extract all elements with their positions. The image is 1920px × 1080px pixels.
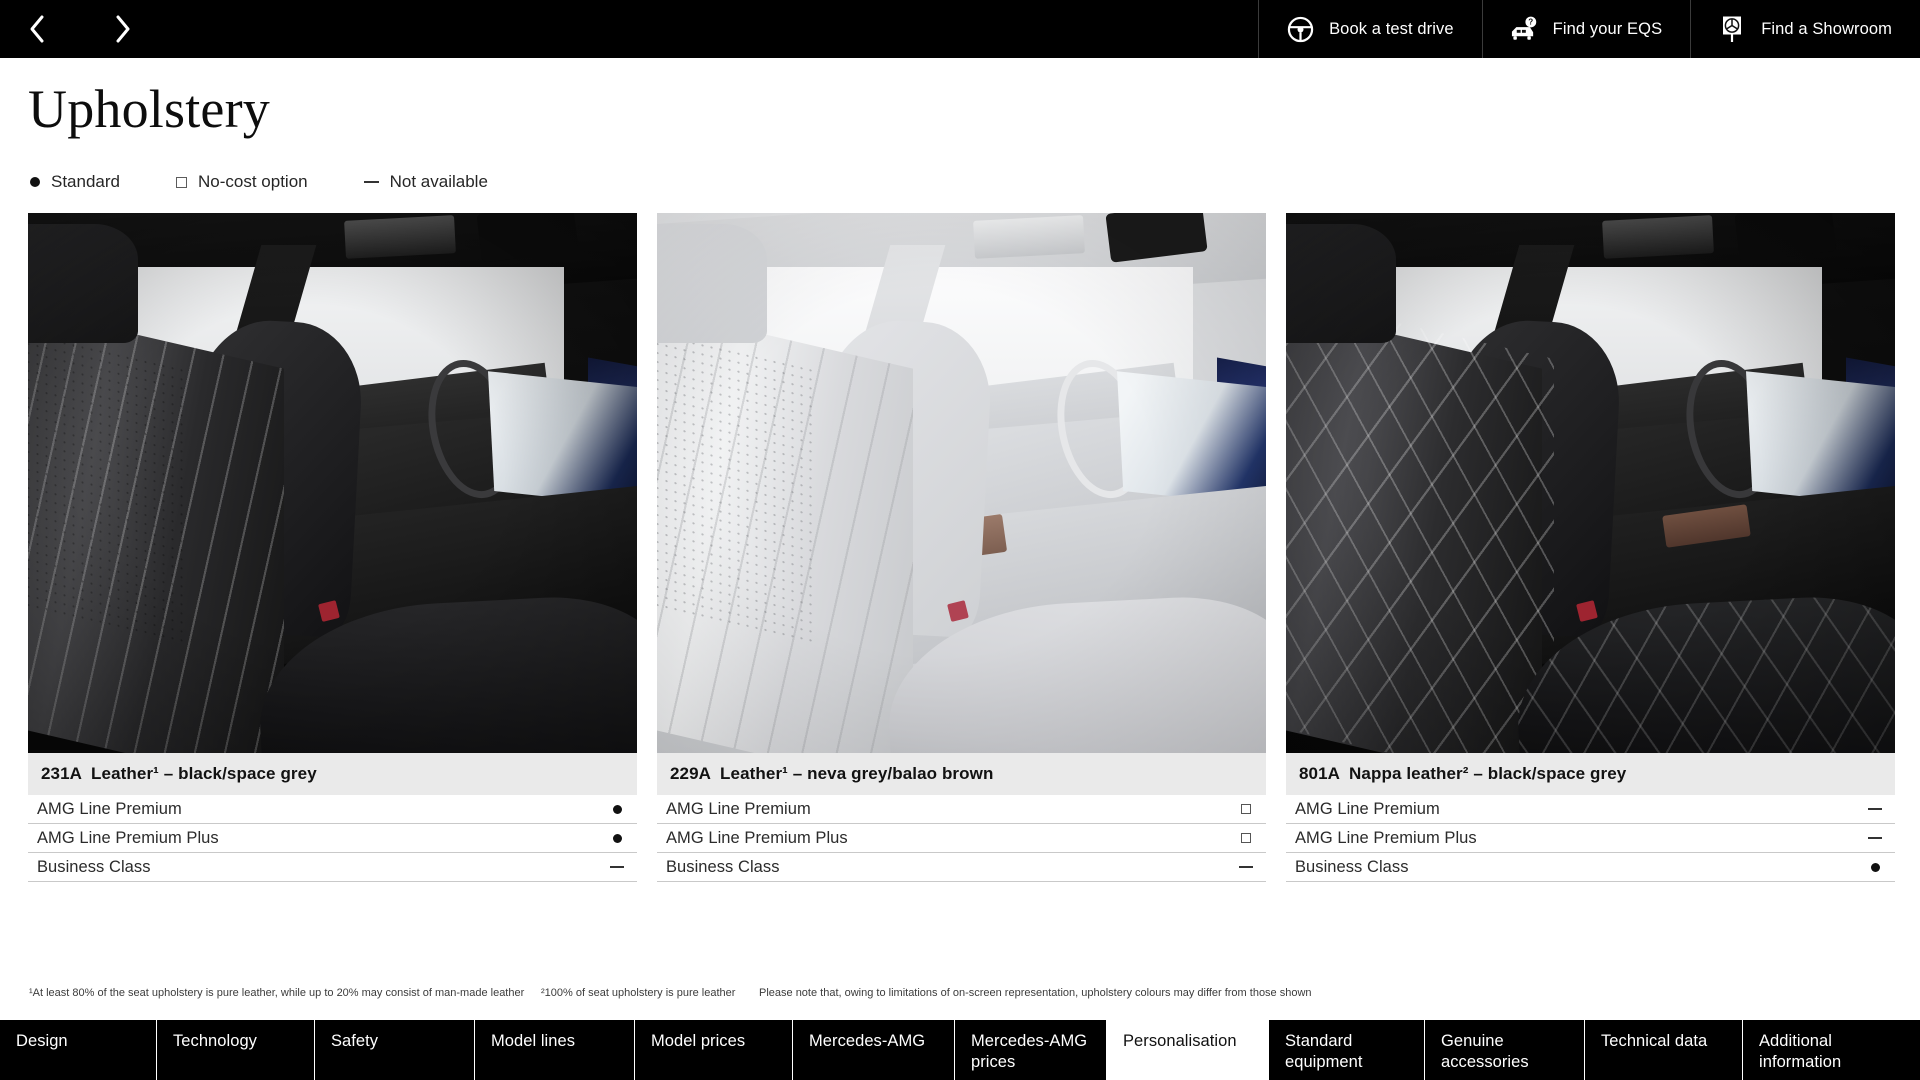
spec-row: Business Class (657, 853, 1266, 882)
tab-model-lines[interactable]: Model lines (475, 1020, 635, 1080)
steering-wheel-icon (1285, 14, 1315, 44)
upholstery-code-229a: 229A (670, 764, 712, 783)
upholstery-code-801a: 801A (1299, 764, 1341, 783)
footnote-2: ²100% of seat upholstery is pure leather (541, 987, 736, 999)
status-badge (1864, 808, 1886, 810)
spec-row: AMG Line Premium Plus (1286, 824, 1895, 853)
top-bar: Book a test drive ? Find your EQS Find a… (0, 0, 1920, 58)
spec-row: AMG Line Premium (28, 795, 637, 824)
status-badge (1235, 833, 1257, 843)
page-title: Upholstery (28, 79, 270, 139)
filled-dot-icon (30, 177, 40, 187)
legend-item-not-available: Not available (363, 172, 488, 192)
tab-additional-information[interactable]: Additional information (1743, 1020, 1920, 1080)
spec-label: AMG Line Premium (666, 799, 811, 818)
dash-icon (363, 181, 379, 183)
page-nav-arrows (0, 0, 140, 58)
status-badge (1235, 866, 1257, 868)
dash-icon (610, 866, 624, 868)
dash-icon (1239, 866, 1253, 868)
find-your-eqs-label: Find your EQS (1552, 19, 1663, 38)
legend-item-no-cost-option: No-cost option (176, 172, 308, 192)
legend-label-standard: Standard (51, 172, 120, 191)
upholstery-caption-801a: 801A Nappa leather² – black/space grey (1286, 753, 1895, 795)
status-badge (606, 804, 628, 814)
next-page-button[interactable] (106, 12, 140, 46)
upholstery-card-229a[interactable]: 229A Leather¹ – neva grey/balao brown AMG… (657, 213, 1266, 882)
tab-personalisation[interactable]: Personalisation (1107, 1020, 1269, 1080)
prev-page-button[interactable] (20, 12, 54, 46)
upholstery-card-801a[interactable]: 801A Nappa leather² – black/space grey AM… (1286, 213, 1895, 882)
tab-technology[interactable]: Technology (157, 1020, 315, 1080)
dash-icon (1868, 837, 1882, 839)
upholstery-name-229a: Leather¹ – neva grey/balao brown (720, 764, 994, 783)
spec-row: Business Class (1286, 853, 1895, 882)
footnotes: ¹At least 80% of the seat upholstery is … (29, 987, 1312, 999)
spec-row: AMG Line Premium Plus (657, 824, 1266, 853)
spec-row: AMG Line Premium (657, 795, 1266, 824)
status-badge (606, 833, 628, 843)
status-badge (1235, 804, 1257, 814)
footnote-1: ¹At least 80% of the seat upholstery is … (29, 987, 525, 999)
upholstery-photo-801a (1286, 213, 1895, 753)
filled-dot-icon (1870, 862, 1880, 872)
spec-label: Business Class (666, 857, 780, 876)
legend-label-no-cost-option: No-cost option (198, 172, 308, 191)
spec-row: Business Class (28, 853, 637, 882)
upholstery-caption-231a: 231A Leather¹ – black/space grey (28, 753, 637, 795)
upholstery-name-801a: Nappa leather² – black/space grey (1349, 764, 1627, 783)
spec-label: AMG Line Premium Plus (1295, 828, 1477, 847)
spec-label: Business Class (1295, 857, 1409, 876)
find-your-eqs-button[interactable]: ? Find your EQS (1481, 0, 1691, 58)
upholstery-photo-229a (657, 213, 1266, 753)
footnote-disclaimer: Please note that, owing to limitations o… (759, 987, 1312, 999)
legend: Standard No-cost option Not available (30, 172, 488, 192)
dash-icon (1868, 808, 1882, 810)
spec-label: Business Class (37, 857, 151, 876)
tab-design[interactable]: Design (0, 1020, 157, 1080)
empty-square-icon (176, 176, 187, 188)
page-content: Upholstery Standard No-cost option Not a… (0, 58, 1920, 1020)
empty-square-icon (1241, 804, 1251, 814)
upholstery-caption-229a: 229A Leather¹ – neva grey/balao brown (657, 753, 1266, 795)
status-badge (1864, 862, 1886, 872)
tab-mercedes-amg[interactable]: Mercedes-AMG (793, 1020, 955, 1080)
spec-label: AMG Line Premium Plus (37, 828, 219, 847)
top-bar-actions: Book a test drive ? Find your EQS Find a… (1258, 0, 1920, 58)
status-badge (1864, 837, 1886, 839)
upholstery-card-231a[interactable]: 231A Leather¹ – black/space grey AMG Line… (28, 213, 637, 882)
tab-mercedes-amg-prices[interactable]: Mercedes-AMG prices (955, 1020, 1107, 1080)
status-badge (606, 866, 628, 868)
upholstery-photo-231a (28, 213, 637, 753)
upholstery-name-231a: Leather¹ – black/space grey (91, 764, 317, 783)
spec-row: AMG Line Premium (1286, 795, 1895, 824)
spec-label: AMG Line Premium Plus (666, 828, 848, 847)
book-a-test-drive-label: Book a test drive (1329, 19, 1454, 38)
car-question-icon: ? (1509, 14, 1539, 44)
map-pin-star-icon (1717, 14, 1747, 44)
find-a-showroom-button[interactable]: Find a Showroom (1690, 0, 1920, 58)
find-a-showroom-label: Find a Showroom (1761, 19, 1892, 38)
upholstery-code-231a: 231A (41, 764, 83, 783)
spec-label: AMG Line Premium (1295, 799, 1440, 818)
upholstery-card-row: 231A Leather¹ – black/space grey AMG Line… (28, 213, 1895, 882)
tab-standard-equipment[interactable]: Standard equipment (1269, 1020, 1425, 1080)
spec-row: AMG Line Premium Plus (28, 824, 637, 853)
tab-safety[interactable]: Safety (315, 1020, 475, 1080)
filled-dot-icon (612, 804, 622, 814)
tab-model-prices[interactable]: Model prices (635, 1020, 793, 1080)
top-bar-spacer (140, 0, 1258, 58)
spec-label: AMG Line Premium (37, 799, 182, 818)
legend-label-not-available: Not available (389, 172, 488, 191)
filled-dot-icon (612, 833, 622, 843)
empty-square-icon (1241, 833, 1251, 843)
tab-technical-data[interactable]: Technical data (1585, 1020, 1743, 1080)
svg-text:?: ? (1528, 17, 1533, 26)
bottom-tab-bar: Design Technology Safety Model lines Mod… (0, 1020, 1920, 1080)
book-a-test-drive-button[interactable]: Book a test drive (1258, 0, 1482, 58)
legend-item-standard: Standard (30, 172, 120, 192)
tab-genuine-accessories[interactable]: Genuine accessories (1425, 1020, 1585, 1080)
